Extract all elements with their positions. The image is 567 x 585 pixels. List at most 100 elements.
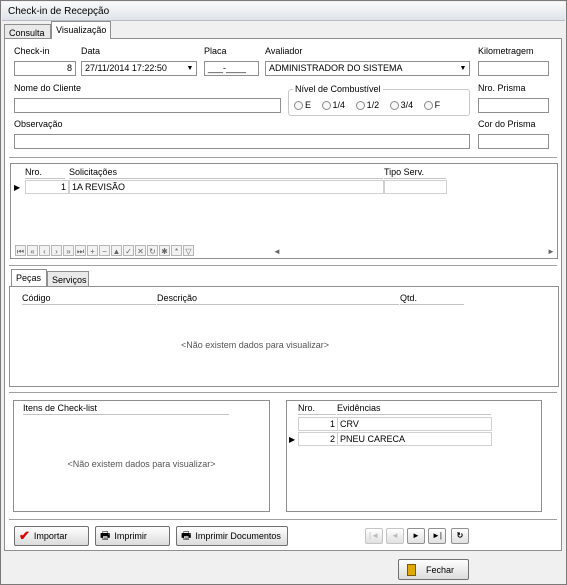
next-page-icon[interactable]: » bbox=[63, 245, 74, 256]
col-descricao[interactable]: Descrição bbox=[157, 293, 399, 305]
table-row-nro[interactable]: 1 bbox=[298, 417, 338, 431]
nro-prisma-label: Nro. Prisma bbox=[478, 83, 526, 93]
exit-door-icon bbox=[407, 563, 416, 576]
radio-1-2[interactable]: 1/2 bbox=[355, 100, 380, 111]
imprimir-label: Imprimir bbox=[114, 531, 147, 541]
fechar-button[interactable]: Fechar bbox=[398, 559, 469, 580]
data-field[interactable]: 27/11/2014 17:22:50 ▼ bbox=[81, 61, 197, 76]
table-row-evidencia[interactable]: CRV bbox=[337, 417, 492, 431]
imprimir-documentos-label: Imprimir Documentos bbox=[195, 531, 281, 541]
solicitacoes-grid: Nro. Solicitações Tipo Serv. ▶ 1 1A REVI… bbox=[10, 163, 558, 259]
add-icon[interactable]: + bbox=[87, 245, 98, 256]
checkin-label: Check-in bbox=[14, 46, 50, 56]
edit-icon[interactable]: ▲ bbox=[111, 245, 122, 256]
tab-visualizacao-label: Visualização bbox=[56, 25, 107, 35]
pecas-grid: Código Descrição Qtd. <Não existem dados… bbox=[9, 286, 559, 387]
col-tipo-serv[interactable]: Tipo Serv. bbox=[384, 167, 446, 179]
col-nro[interactable]: Nro. bbox=[298, 403, 336, 415]
next-record-icon[interactable]: › bbox=[51, 245, 62, 256]
tab-consulta-label: Consulta bbox=[9, 28, 45, 38]
last-record-button[interactable]: ►| bbox=[428, 528, 446, 544]
refresh-icon[interactable]: ↻ bbox=[147, 245, 158, 256]
radio-e[interactable]: E bbox=[294, 100, 312, 111]
prev-icon: ◄ bbox=[391, 531, 399, 540]
checkin-field[interactable]: 8 bbox=[14, 61, 76, 76]
divider bbox=[9, 265, 557, 266]
prev-page-icon[interactable]: « bbox=[27, 245, 38, 256]
imprimir-documentos-button[interactable]: 🖶 Imprimir Documentos bbox=[176, 526, 288, 546]
radio-button-icon[interactable] bbox=[423, 101, 433, 111]
scroll-left-icon[interactable]: ◄ bbox=[273, 247, 281, 256]
table-row-evidencia[interactable]: PNEU CARECA bbox=[337, 432, 492, 446]
cor-prisma-field[interactable] bbox=[478, 134, 549, 149]
combustivel-label: Nível de Combustível bbox=[293, 84, 383, 94]
last-record-icon[interactable]: ⏭ bbox=[75, 245, 86, 256]
fechar-label: Fechar bbox=[426, 564, 455, 575]
data-label: Data bbox=[81, 46, 101, 56]
next-icon: ► bbox=[412, 531, 420, 540]
radio-button-icon[interactable] bbox=[321, 101, 331, 111]
col-codigo[interactable]: Código bbox=[22, 293, 156, 305]
empty-message: <Não existem dados para visualizar> bbox=[67, 459, 216, 469]
checklist-grid: Itens de Check-list <Não existem dados p… bbox=[13, 400, 270, 512]
radio-3-4-label: 3/4 bbox=[400, 100, 414, 110]
row-pointer-icon: ▶ bbox=[289, 435, 296, 444]
tab-pecas[interactable]: Peças bbox=[11, 269, 47, 286]
chevron-down-icon[interactable]: ▼ bbox=[184, 62, 196, 75]
cor-prisma-label: Cor do Prisma bbox=[478, 119, 536, 129]
cancel-icon[interactable]: ✕ bbox=[135, 245, 146, 256]
prev-record-button[interactable]: ◄ bbox=[386, 528, 404, 544]
radio-f[interactable]: F bbox=[423, 100, 440, 111]
refresh-icon: ↻ bbox=[456, 531, 464, 540]
radio-button-icon[interactable] bbox=[355, 101, 365, 111]
nome-cliente-label: Nome do Cliente bbox=[14, 83, 82, 93]
next-record-button[interactable]: ► bbox=[407, 528, 425, 544]
avaliador-select[interactable]: ADMINISTRADOR DO SISTEMA ▼ bbox=[265, 61, 470, 76]
placa-field[interactable]: ___-____ bbox=[204, 61, 259, 76]
scroll-right-icon[interactable]: ► bbox=[547, 247, 555, 256]
imprimir-button[interactable]: 🖶 Imprimir bbox=[95, 526, 170, 546]
col-itens-checklist[interactable]: Itens de Check-list bbox=[23, 403, 229, 415]
radio-1-2-label: 1/2 bbox=[366, 100, 380, 110]
observacao-field[interactable] bbox=[14, 134, 470, 149]
placa-label: Placa bbox=[204, 46, 227, 56]
table-row-nro[interactable]: 1 bbox=[25, 180, 69, 194]
importar-button[interactable]: ✔ Importar bbox=[14, 526, 89, 546]
tab-pecas-label: Peças bbox=[16, 273, 42, 283]
col-solicitacoes[interactable]: Solicitações bbox=[69, 167, 383, 179]
first-record-icon[interactable]: ⏮ bbox=[15, 245, 26, 256]
radio-1-4[interactable]: 1/4 bbox=[321, 100, 345, 111]
evidencias-grid: Nro. Evidências 1 CRV ▶ 2 PNEU CARECA bbox=[286, 400, 542, 512]
nro-prisma-field[interactable] bbox=[478, 98, 549, 113]
table-row-solicitacao[interactable]: 1A REVISÃO bbox=[69, 180, 384, 194]
table-row-tipo[interactable] bbox=[384, 180, 447, 194]
first-icon: |◄ bbox=[369, 531, 379, 540]
table-row-nro[interactable]: 2 bbox=[298, 432, 338, 446]
col-evidencias[interactable]: Evidências bbox=[337, 403, 491, 415]
refresh-button[interactable]: ↻ bbox=[451, 528, 469, 544]
col-nro[interactable]: Nro. bbox=[25, 167, 65, 179]
row-pointer-icon: ▶ bbox=[14, 183, 21, 192]
radio-button-icon[interactable] bbox=[389, 101, 399, 111]
prev-record-icon[interactable]: ‹ bbox=[39, 245, 50, 256]
nome-cliente-field[interactable] bbox=[14, 98, 281, 113]
filter-icon[interactable]: ▽ bbox=[183, 245, 194, 256]
remove-icon[interactable]: − bbox=[99, 245, 110, 256]
kilometragem-field[interactable] bbox=[478, 61, 549, 76]
radio-3-4[interactable]: 3/4 bbox=[389, 100, 414, 111]
radio-button-icon[interactable] bbox=[294, 101, 303, 111]
first-record-button[interactable]: |◄ bbox=[365, 528, 383, 544]
col-qtd[interactable]: Qtd. bbox=[400, 293, 464, 305]
tab-visualizacao[interactable]: Visualização bbox=[51, 21, 111, 39]
empty-message: <Não existem dados para visualizar> bbox=[180, 340, 330, 350]
divider bbox=[9, 519, 557, 520]
tab-servicos[interactable]: Serviços bbox=[47, 271, 89, 286]
bookmark-icon[interactable]: ✱ bbox=[159, 245, 170, 256]
goto-bookmark-icon[interactable]: * bbox=[171, 245, 182, 256]
radio-e-label: E bbox=[305, 100, 312, 110]
check-icon[interactable]: ✓ bbox=[123, 245, 134, 256]
last-icon: ►| bbox=[432, 531, 442, 540]
chevron-down-icon[interactable]: ▼ bbox=[457, 62, 469, 75]
printer-icon: 🖶 bbox=[100, 529, 111, 542]
grid-navigator: ⏮ «‹ ›» ⏭ + − ▲ ✓ ✕ ↻ ✱ * ▽ bbox=[15, 245, 195, 256]
